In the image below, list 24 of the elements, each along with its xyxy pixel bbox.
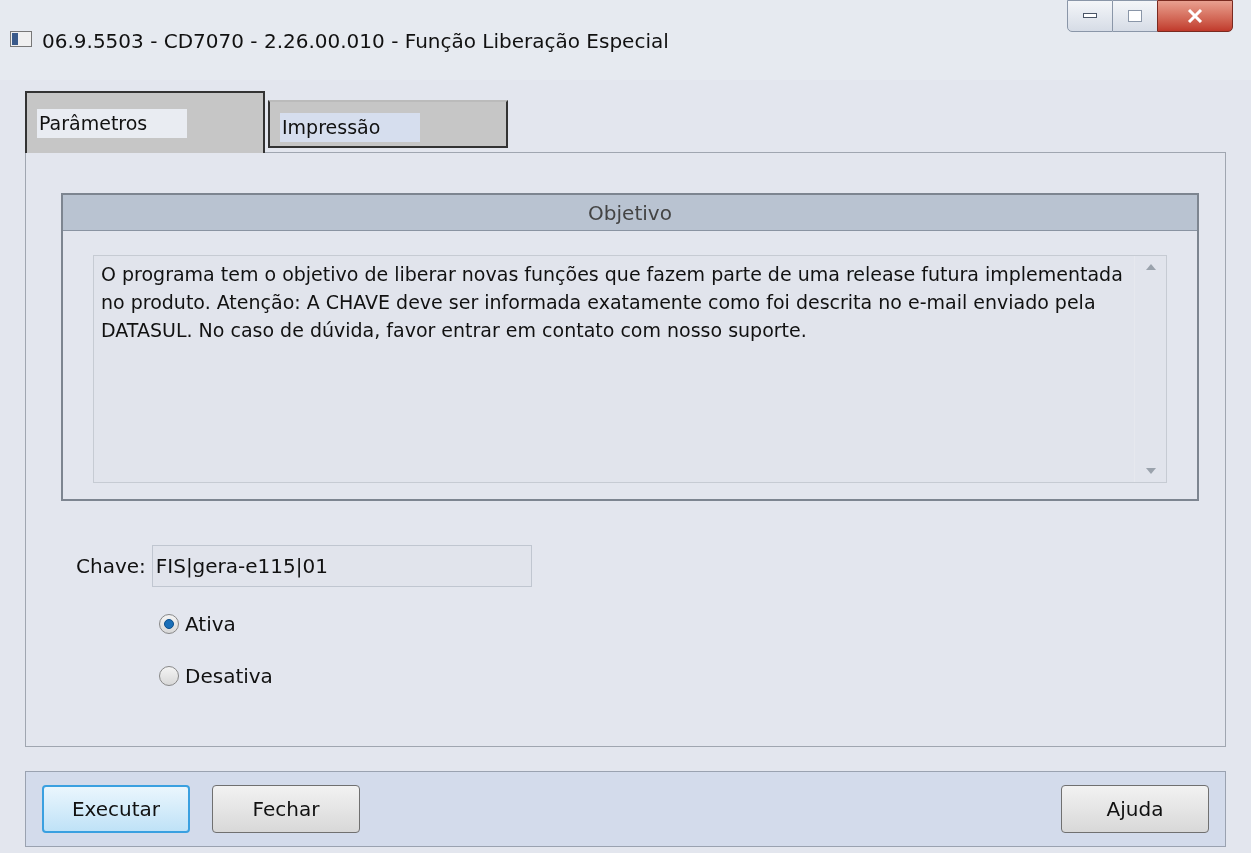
window-icon: [10, 31, 32, 47]
key-label: Chave:: [76, 553, 146, 580]
tab[interactable]: Parâmetros: [25, 91, 265, 153]
close-icon: [1187, 9, 1203, 23]
dialog-button[interactable]: Fechar: [212, 785, 360, 833]
scroll-up-icon[interactable]: [1145, 264, 1156, 270]
objective-text: O programa tem o objetivo de liberar novas funções que fazem parte de uma release futura implementada no produto. Atenção: A CHAVE deve ser informada exatamente como foi descrita no e-mail enviado pela DATASUL. No caso de dúvida, favor entrar em contato com nosso suporte.: [100, 262, 1124, 343]
dialog-button[interactable]: Executar: [42, 785, 190, 833]
radio-button[interactable]: [159, 614, 179, 634]
minimize-icon: [1083, 13, 1097, 19]
window-title: 06.9.5503 - CD7070 - 2.26.00.010 - Função Liberação Especial: [42, 28, 669, 55]
objective-textarea[interactable]: [93, 255, 1167, 483]
maximize-icon: [1128, 10, 1142, 22]
close-button[interactable]: [1157, 0, 1233, 32]
radio-label: Desativa: [185, 663, 273, 690]
key-field[interactable]: FIS|gera-e115|01: [151, 545, 532, 587]
tab[interactable]: Impressão: [268, 100, 508, 148]
dialog-button[interactable]: Ajuda: [1061, 785, 1209, 833]
group-header: Objetivo: [63, 195, 1197, 231]
key-value: FIS|gera-e115|01: [155, 553, 328, 580]
radio-button[interactable]: [159, 666, 179, 686]
radio-label: Ativa: [185, 611, 236, 638]
scroll-down-icon[interactable]: [1145, 468, 1156, 474]
minimize-button[interactable]: [1067, 0, 1113, 32]
